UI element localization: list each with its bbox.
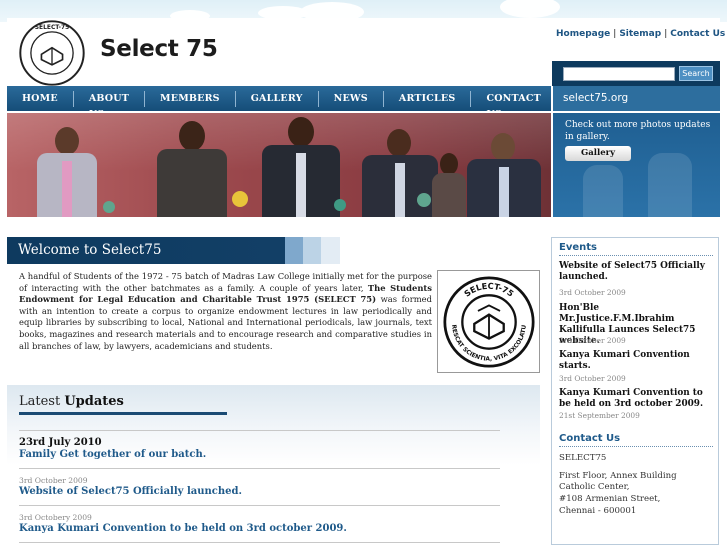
search-input[interactable] [563, 67, 675, 81]
event-item-title[interactable]: Website of Select75 Officially launched. [559, 261, 715, 283]
search-button[interactable]: Search [679, 66, 713, 81]
sitemap-link[interactable]: Sitemap [619, 29, 661, 39]
gallery-button[interactable]: Gallery [565, 146, 631, 161]
welcome-title: Welcome to Select75 [18, 242, 162, 258]
contact-name: SELECT75 [559, 453, 607, 463]
sidebar: Events Website of Select75 Officially la… [551, 237, 719, 545]
event-item-date: 3rd October 2009 [559, 288, 626, 297]
gallery-promo-panel: Check out more photos updates in gallery… [553, 113, 720, 217]
nav-item-contact-us[interactable]: CONTACT US [471, 91, 555, 120]
site-title: Select 75 [100, 36, 218, 62]
banner-photo [7, 113, 551, 217]
seal-image-box: SELECT-75 CRESCAT SCIENTIA, VITA EXCOLAT… [437, 270, 540, 373]
nav-item-gallery[interactable]: GALLERY [236, 90, 319, 107]
event-item-title[interactable]: Kanya Kumari Convention starts. [559, 350, 715, 372]
updates-underline [19, 412, 227, 415]
contact-us-link[interactable]: Contact Us [670, 29, 725, 39]
nav-item-members[interactable]: MEMBERS [145, 90, 236, 107]
contact-address-line: #108 Armenian Street, [559, 494, 661, 504]
site-domain: select75.org [553, 86, 720, 111]
top-links: Homepage | Sitemap | Contact Us [556, 29, 726, 39]
search-box: Search [552, 61, 720, 86]
latest-updates-section: Latest Updates 23rd July 2010 Family Get… [7, 385, 540, 545]
homepage-link[interactable]: Homepage [556, 29, 610, 39]
update-link[interactable]: Family Get together of our batch. [19, 449, 206, 460]
event-item-title[interactable]: Kanya Kumari Convention to be held on 3r… [559, 388, 715, 410]
update-date: 3rd Octobery 2009 [19, 513, 92, 522]
main-nav: HOME ABOUT US MEMBERS GALLERY NEWS ARTIC… [7, 86, 551, 120]
svg-text:SELECT-75: SELECT-75 [35, 24, 69, 31]
nav-item-articles[interactable]: ARTICLES [384, 90, 472, 107]
site-header: SELECT-75 Select 75 Homepage | Sitemap | Con… [7, 18, 725, 86]
contact-address-line: First Floor, Annex Building [559, 471, 677, 481]
welcome-intro-text: A handful of Students of the 1972 - 75 b… [19, 271, 432, 351]
contact-address-line: Catholic Center, [559, 482, 630, 492]
welcome-heading-bar: Welcome to Select75 [7, 237, 340, 264]
nav-item-about-us[interactable]: ABOUT US [74, 90, 146, 120]
event-item-date: 3rd October 2009 [559, 374, 626, 383]
select75-seal-emblem: SELECT-75 CRESCAT SCIENTIA, VITA EXCOLAT… [443, 276, 535, 368]
update-date: 23rd July 2010 [19, 437, 102, 448]
nav-item-news[interactable]: NEWS [319, 90, 384, 107]
latest-updates-title: Latest Updates [19, 394, 124, 409]
contact-heading: Contact Us [559, 433, 621, 444]
select75-seal-logo[interactable]: SELECT-75 [19, 20, 85, 86]
events-heading: Events [559, 242, 597, 253]
gallery-promo-text: Check out more photos updates in gallery… [565, 120, 711, 142]
event-item-date: 3rd October 2009 [559, 336, 626, 345]
event-item-date: 21st September 2009 [559, 411, 640, 420]
contact-address-line: Chennai - 600001 [559, 506, 637, 516]
nav-item-home[interactable]: HOME [7, 90, 74, 107]
update-date: 3rd October 2009 [19, 476, 88, 485]
update-link[interactable]: Website of Select75 Officially launched. [19, 486, 242, 497]
update-link[interactable]: Kanya Kumari Convention to be held on 3r… [19, 523, 347, 534]
